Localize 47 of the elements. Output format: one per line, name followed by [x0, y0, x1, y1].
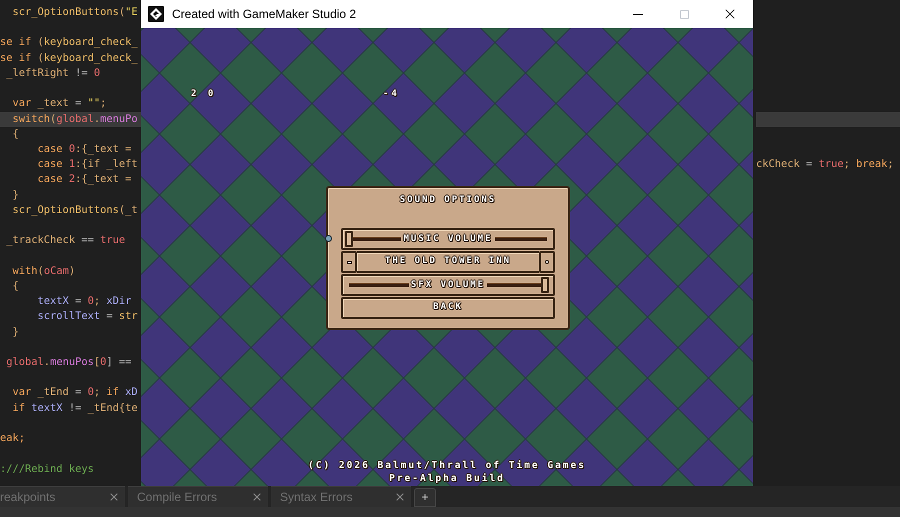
window-title: Created with GameMaker Studio 2: [172, 6, 356, 23]
panel-tab[interactable]: Syntax Errors: [271, 486, 411, 507]
code-line: _trackCheck == true: [5, 233, 126, 248]
close-icon[interactable]: [251, 491, 263, 503]
code-line: scr_OptionButtons(_t: [12, 202, 139, 218]
menu-title: SOUND OPTIONS: [400, 194, 496, 207]
code-line: case 0:{_text =: [36, 142, 132, 157]
footer-text: Pre-Alpha Build: [389, 472, 505, 485]
footer-text: (C) 2026 Balmut/Thrall of Time Games: [308, 459, 586, 472]
logo-icon: [148, 6, 164, 22]
panel-tab[interactable]: reakpoints: [0, 486, 125, 507]
volume-slider[interactable]: MUSIC VOLUME: [341, 228, 555, 250]
code-line: textX = 0; xDir: [36, 294, 132, 310]
code-line: case 1:{if _left: [36, 157, 139, 172]
minus-icon: [346, 260, 352, 264]
code-line: }: [12, 188, 20, 203]
track-selector[interactable]: THE OLD TOWER INN: [357, 251, 539, 273]
code-line: ckCheck = true; break;: [756, 157, 895, 172]
volume-slider[interactable]: SFX VOLUME: [341, 274, 555, 296]
code-line: global.menuPos[0] ==: [5, 355, 132, 370]
back-button[interactable]: BACK: [341, 297, 555, 319]
code-line: scr_OptionButtons("E: [12, 5, 139, 20]
code-line: }: [12, 324, 20, 340]
code-line: var _text = "";: [12, 96, 108, 112]
panel-tab[interactable]: Compile Errors: [128, 486, 268, 507]
slider-thumb[interactable]: [541, 277, 549, 293]
slider-thumb[interactable]: [345, 231, 353, 247]
code-line: var _tEnd = 0; if xD: [12, 385, 139, 400]
previous-button[interactable]: [341, 251, 357, 273]
code-line: se if (keyboard_check_: [0, 35, 139, 50]
code-line: case 2:{_text =: [36, 172, 132, 188]
code-line: with(oCam): [12, 264, 76, 279]
close-icon[interactable]: [394, 491, 406, 503]
code-line: :///Rebind keys: [0, 462, 95, 477]
hud-number: 2 0: [191, 88, 216, 101]
code-line: scrollText = str: [36, 309, 139, 324]
code-line: eak;: [0, 431, 26, 446]
hud-number: -4: [383, 88, 400, 101]
close-icon[interactable]: [108, 491, 120, 503]
code-line: {: [12, 126, 20, 142]
code-line: if textX != _tEnd{te: [12, 400, 139, 416]
code-line: {: [12, 278, 20, 294]
add-tab-button[interactable]: +: [414, 488, 436, 507]
next-button[interactable]: [539, 251, 555, 273]
code-line: _leftRight != 0: [5, 66, 102, 81]
code-line: se if (keyboard_check_: [0, 50, 139, 66]
maximize-icon: [678, 8, 690, 20]
